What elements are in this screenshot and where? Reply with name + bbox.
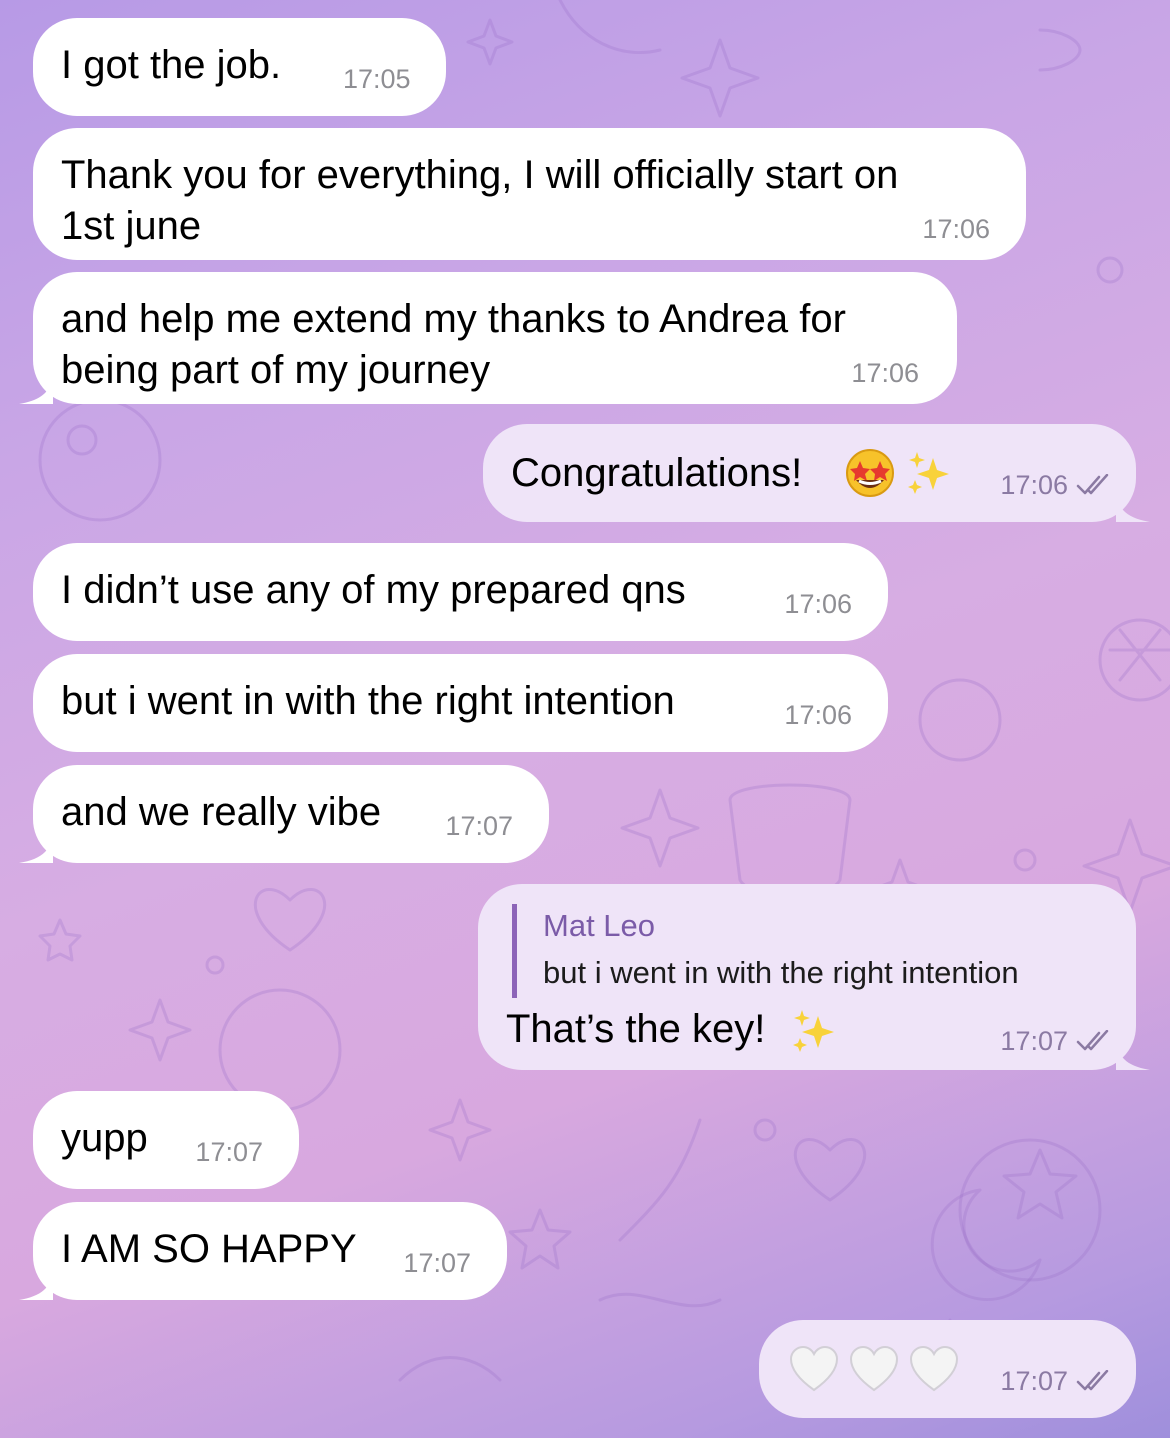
message-text-line: 1st june [61, 204, 202, 248]
message-text: and we really vibe [61, 790, 382, 834]
message-text: but i went in with the right intention [61, 679, 675, 723]
read-receipt-icon [1076, 474, 1109, 495]
message-time: 17:06 [784, 700, 852, 730]
sparkles-icon [908, 452, 949, 494]
message-bubble-incoming[interactable]: I AM SO HAPPY 17:07 [19, 1202, 507, 1300]
message-bubble-incoming[interactable]: yupp 17:07 [33, 1091, 299, 1189]
white-heart-icon [789, 1346, 839, 1392]
message-time: 17:07 [445, 811, 513, 841]
message-text: I didn’t use any of my prepared qns [61, 568, 686, 612]
bubble-tail [19, 370, 53, 404]
message-time-text: 17:06 [1000, 470, 1068, 500]
message-text-line: and help me extend my thanks to Andrea f… [61, 297, 846, 341]
read-receipt-icon [1076, 1370, 1109, 1391]
read-receipt-icon [1076, 1030, 1109, 1051]
message-bubble-incoming[interactable]: I got the job. 17:05 [33, 18, 446, 116]
message-bubble-incoming[interactable]: I didn’t use any of my prepared qns 17:0… [33, 543, 888, 641]
message-time-text: 17:07 [1000, 1026, 1068, 1056]
reply-quote[interactable]: Mat Leo but i went in with the right int… [512, 904, 1019, 998]
message-time: 17:07 [1000, 1026, 1110, 1056]
message-time: 17:07 [403, 1248, 471, 1278]
message-time: 17:07 [195, 1137, 263, 1167]
message-bubble-outgoing[interactable]: 17:07 [759, 1320, 1136, 1418]
reply-quoted-text: but i went in with the right intention [543, 955, 1019, 990]
message-text: yupp [61, 1116, 148, 1160]
message-time: 17:06 [1000, 470, 1110, 500]
message-bubble-incoming[interactable]: but i went in with the right intention 1… [33, 654, 888, 752]
reply-sender-name: Mat Leo [543, 908, 656, 943]
message-bubble-incoming[interactable]: and help me extend my thanks to Andrea f… [19, 272, 957, 404]
message-time-text: 17:07 [1000, 1366, 1068, 1396]
message-time: 17:06 [922, 214, 990, 244]
message-text: That’s the key! [506, 1007, 766, 1051]
bubble-tail [1116, 1036, 1150, 1070]
message-bubble-incoming[interactable]: Thank you for everything, I will officia… [33, 128, 1026, 260]
message-text-line: Thank you for everything, I will officia… [61, 153, 899, 197]
message-bubble-incoming[interactable]: and we really vibe 17:07 [19, 765, 549, 863]
message-bubble-outgoing[interactable]: Congratulations! 17:06 [483, 424, 1150, 522]
white-heart-icon [909, 1346, 959, 1392]
star-struck-emoji-icon [846, 449, 894, 497]
bubble-tail [19, 1266, 53, 1300]
bubble-tail [1116, 488, 1150, 522]
sparkles-icon [793, 1010, 834, 1052]
message-text: I got the job. [61, 43, 282, 87]
message-text-line: being part of my journey [61, 348, 491, 392]
message-time: 17:06 [784, 589, 852, 619]
message-bubble-outgoing-reply[interactable]: Mat Leo but i went in with the right int… [478, 884, 1150, 1070]
message-time: 17:05 [343, 64, 411, 94]
white-heart-icon [849, 1346, 899, 1392]
message-text: Congratulations! [511, 451, 803, 495]
message-time: 17:06 [851, 358, 919, 388]
message-text: I AM SO HAPPY [61, 1227, 357, 1271]
message-time: 17:07 [1000, 1366, 1110, 1396]
bubble-tail [19, 829, 53, 863]
